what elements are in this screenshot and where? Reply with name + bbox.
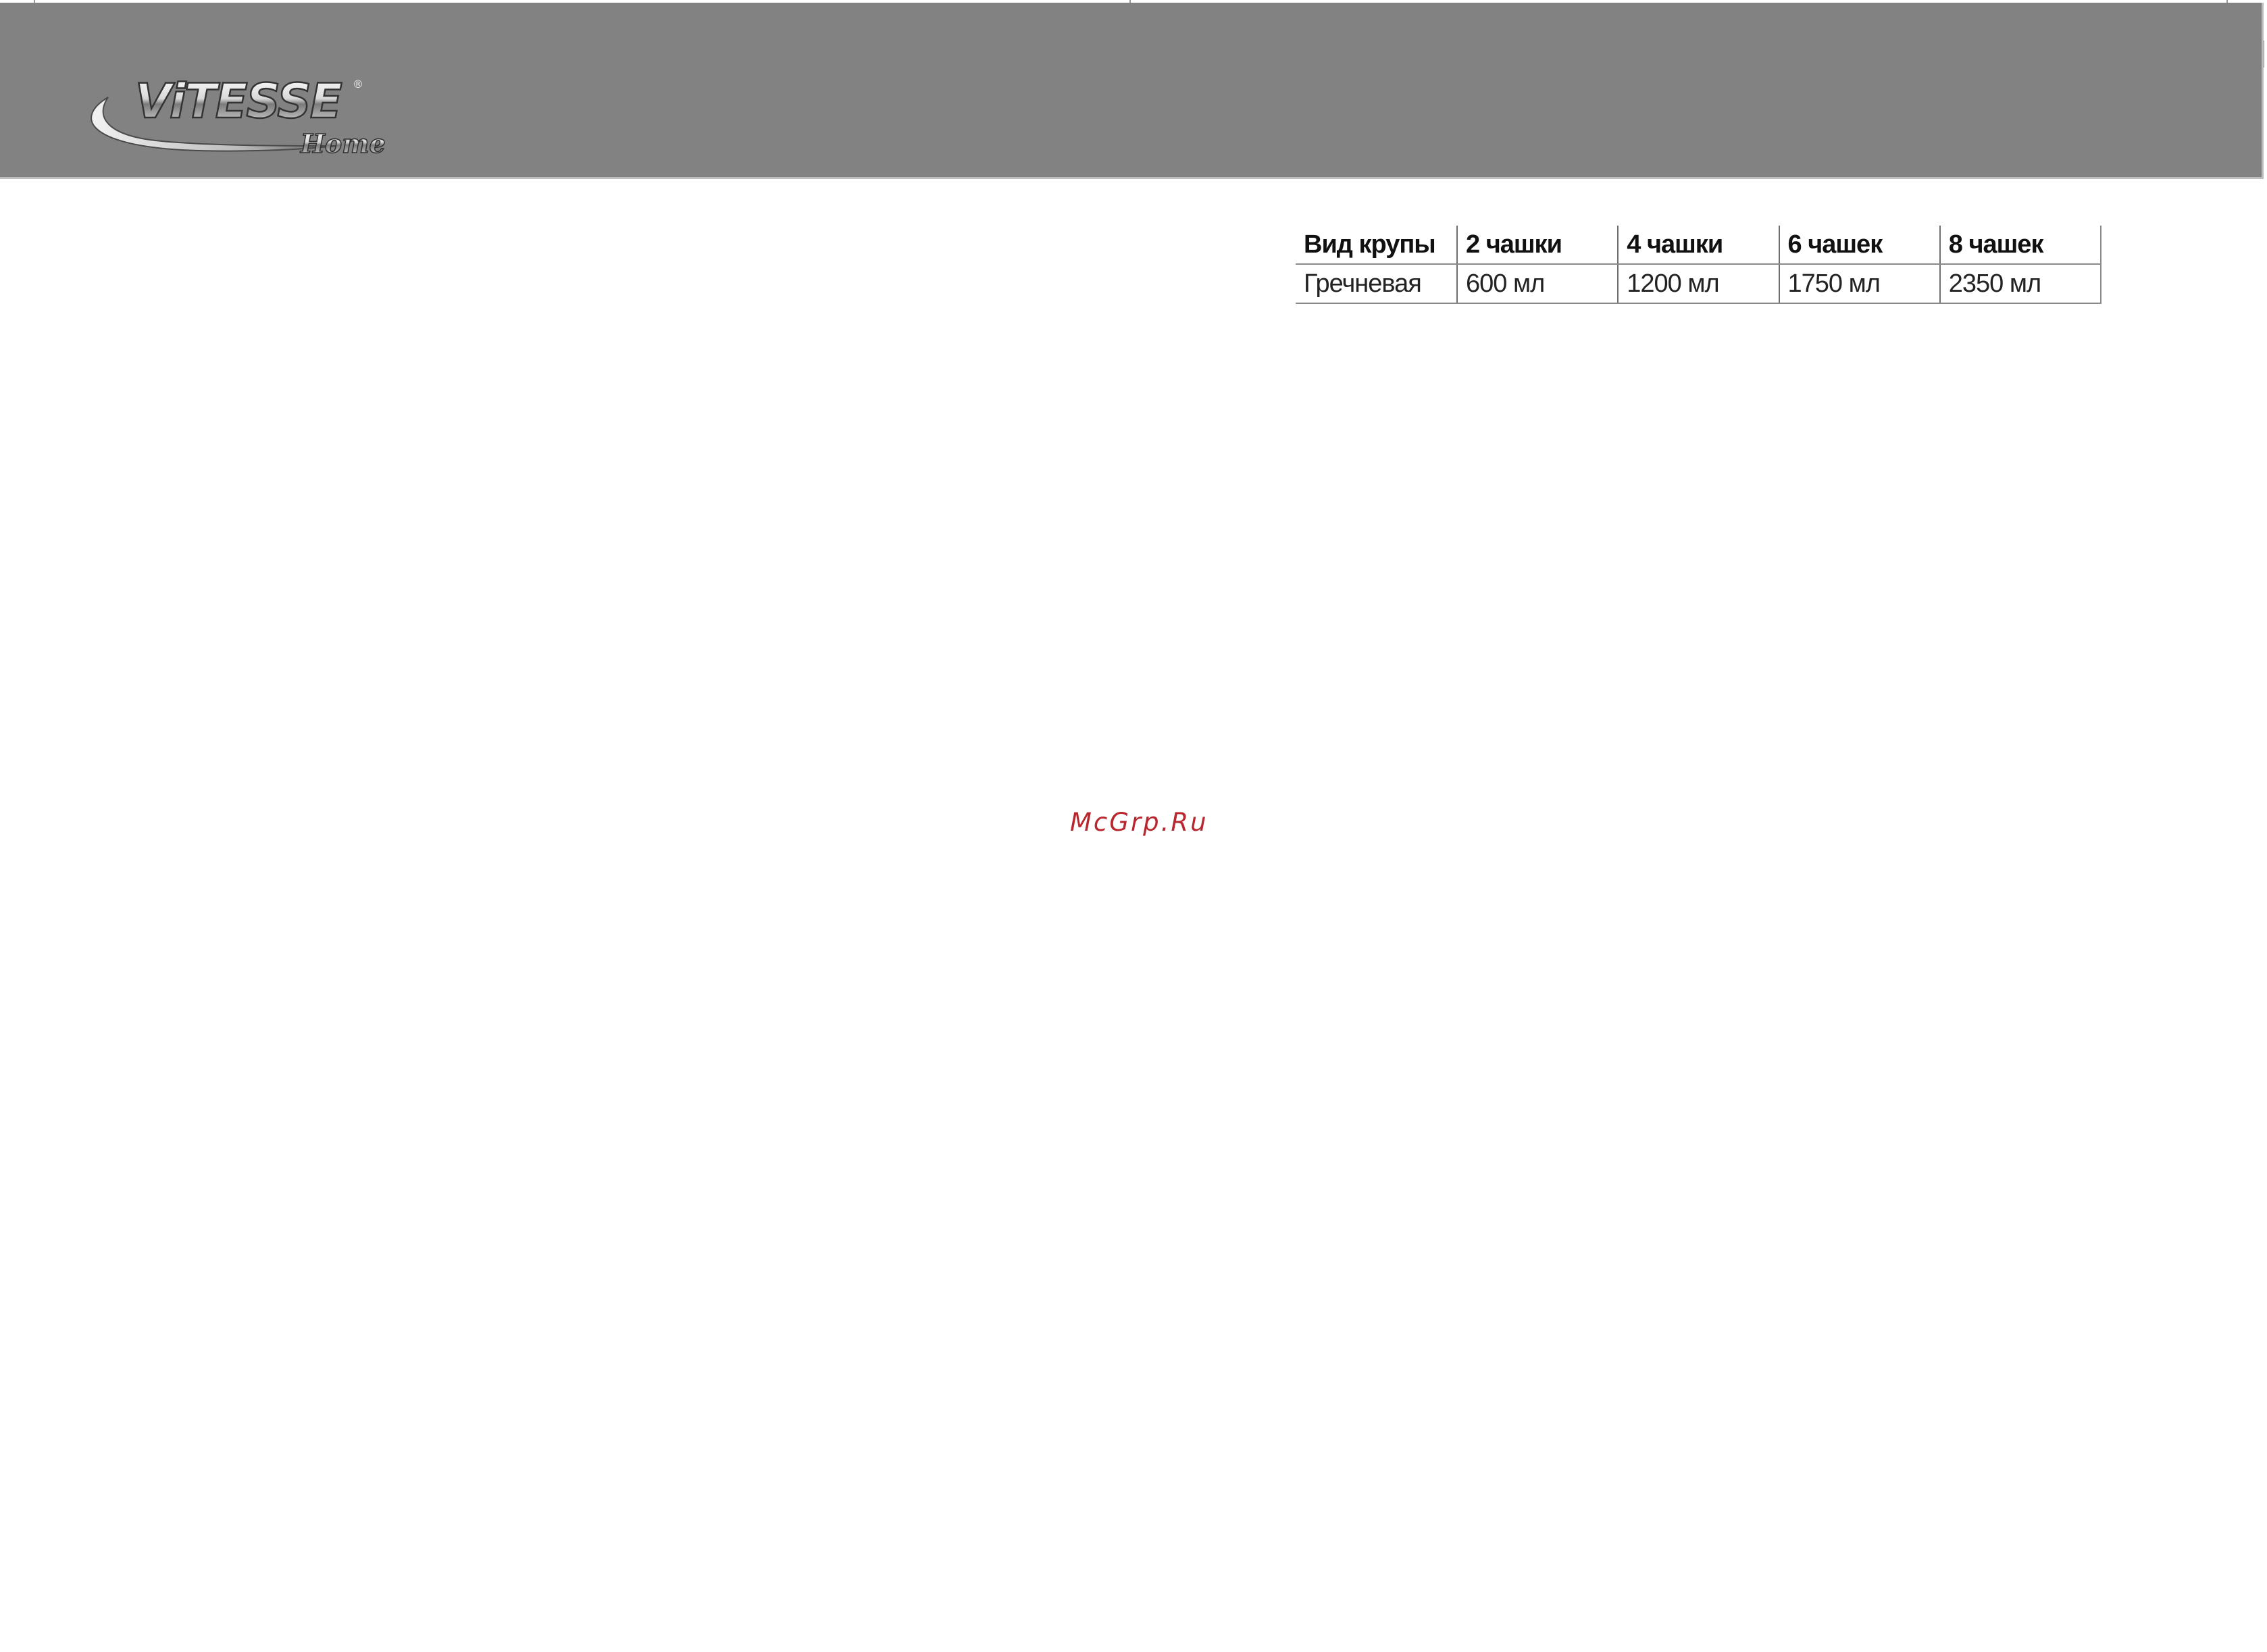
- cell-8-cups: 2350 мл: [1939, 264, 2102, 304]
- svg-text:Home: Home: [300, 128, 386, 159]
- column-header-cereal: Вид крупы: [1296, 226, 1457, 265]
- vitesse-home-logo: ViTESSE ® Home: [91, 73, 386, 159]
- cell-6-cups: 1750 мл: [1778, 264, 1940, 304]
- watermark-text: McGrp.Ru: [1070, 808, 1208, 837]
- column-header-8-cups: 8 чашек: [1939, 226, 2102, 265]
- column-header-2-cups: 2 чашки: [1456, 226, 1619, 265]
- header-band: ViTESSE ® Home: [0, 3, 2264, 179]
- table-header-row: Вид крупы 2 чашки 4 чашки 6 чашек 8 чаше…: [1296, 226, 2102, 265]
- column-header-6-cups: 6 чашек: [1778, 226, 1940, 265]
- table-row: Гречневая 600 мл 1200 мл 1750 мл 2350 мл: [1296, 264, 2102, 304]
- cell-cereal-name: Гречневая: [1296, 264, 1457, 304]
- column-header-4-cups: 4 чашки: [1617, 226, 1779, 265]
- svg-text:®: ®: [353, 78, 363, 91]
- cell-4-cups: 1200 мл: [1617, 264, 1779, 304]
- cell-2-cups: 600 мл: [1456, 264, 1619, 304]
- svg-text:ViTESSE: ViTESSE: [135, 74, 342, 129]
- cereal-water-table: Вид крупы 2 чашки 4 чашки 6 чашек 8 чаше…: [1296, 226, 2102, 304]
